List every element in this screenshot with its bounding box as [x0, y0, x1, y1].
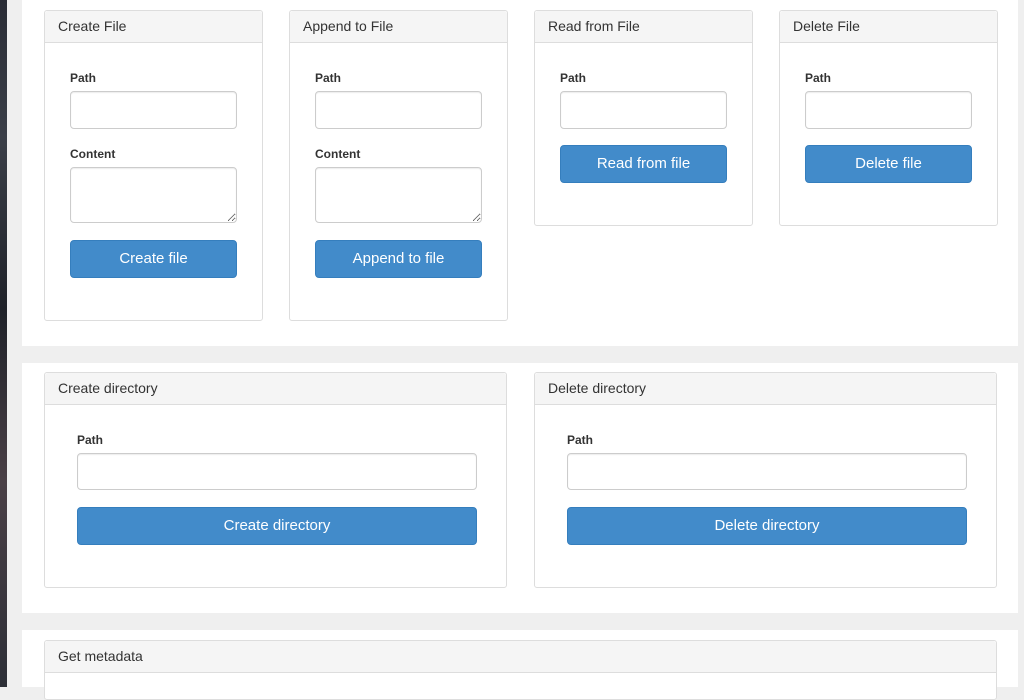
get-metadata-heading: Get metadata	[45, 641, 996, 673]
delete-directory-path-input[interactable]	[567, 453, 967, 490]
delete-file-button[interactable]: Delete file	[805, 145, 972, 183]
read-file-panel: Read from File Path Read from file	[534, 10, 753, 226]
file-operations-section: Create File Path Content Create file App…	[22, 0, 1018, 346]
delete-directory-button[interactable]: Delete directory	[567, 507, 967, 545]
delete-directory-path-label: Path	[567, 433, 594, 447]
append-file-path-input[interactable]	[315, 91, 482, 129]
append-file-content-textarea[interactable]	[315, 167, 482, 223]
create-directory-panel: Create directory Path Create directory	[44, 372, 507, 588]
delete-file-path-label: Path	[805, 71, 832, 85]
append-file-content-label: Content	[315, 147, 361, 161]
append-file-heading: Append to File	[290, 11, 507, 43]
create-file-button[interactable]: Create file	[70, 240, 237, 278]
create-directory-heading: Create directory	[45, 373, 506, 405]
read-file-heading: Read from File	[535, 11, 752, 43]
create-directory-path-input[interactable]	[77, 453, 477, 490]
append-file-path-label: Path	[315, 71, 342, 85]
delete-file-panel: Delete File Path Delete file	[779, 10, 998, 226]
desktop-background-strip	[0, 0, 7, 687]
delete-directory-panel: Delete directory Path Delete directory	[534, 372, 997, 588]
create-file-path-label: Path	[70, 71, 97, 85]
append-file-panel: Append to File Path Content Append to fi…	[289, 10, 508, 321]
create-file-content-textarea[interactable]	[70, 167, 237, 223]
create-file-panel: Create File Path Content Create file	[44, 10, 263, 321]
delete-file-path-input[interactable]	[805, 91, 972, 129]
delete-file-heading: Delete File	[780, 11, 997, 43]
create-directory-button[interactable]: Create directory	[77, 507, 477, 545]
create-directory-path-label: Path	[77, 433, 104, 447]
read-file-path-label: Path	[560, 71, 587, 85]
create-file-content-label: Content	[70, 147, 116, 161]
directory-operations-section: Create directory Path Create directory D…	[22, 363, 1018, 613]
delete-directory-heading: Delete directory	[535, 373, 996, 405]
get-metadata-panel: Get metadata	[44, 640, 997, 700]
create-file-heading: Create File	[45, 11, 262, 43]
create-file-path-input[interactable]	[70, 91, 237, 129]
read-file-button[interactable]: Read from file	[560, 145, 727, 183]
read-file-path-input[interactable]	[560, 91, 727, 129]
append-file-button[interactable]: Append to file	[315, 240, 482, 278]
metadata-section: Get metadata	[22, 630, 1018, 700]
